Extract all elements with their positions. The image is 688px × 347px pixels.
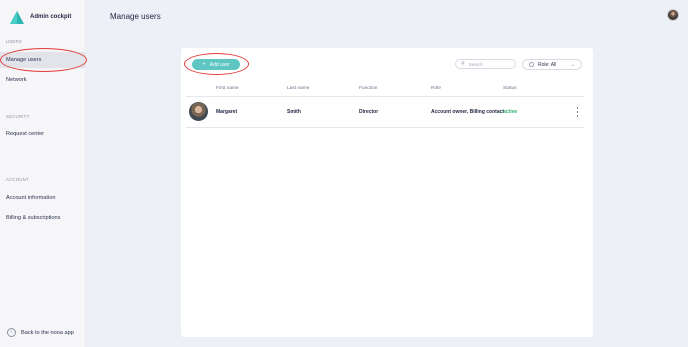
filter-icon — [529, 62, 534, 67]
cell-last-name: Smith — [287, 109, 301, 115]
sidebar-item-label: Manage users — [6, 57, 42, 63]
logo-icon — [8, 10, 26, 24]
sidebar: Admin cockpit USERS Manage users Network… — [0, 0, 86, 347]
search-icon: ⚲ — [461, 61, 465, 67]
chevron-left-icon: ‹ — [7, 328, 16, 337]
avatar[interactable] — [667, 9, 679, 21]
column-header-status[interactable]: Status — [503, 86, 517, 91]
cell-role: Account owner, Billing contact — [431, 109, 505, 115]
status-badge: active — [503, 109, 518, 115]
sidebar-item-label: Request center — [6, 131, 44, 137]
section-label-account: ACCOUNT — [6, 177, 29, 182]
column-header-first-name[interactable]: First name — [216, 86, 239, 91]
back-to-app-link[interactable]: ‹ Back to the nooa app — [7, 328, 74, 337]
users-card — [181, 48, 593, 337]
sidebar-item-label: Billing & subscriptions — [6, 215, 61, 221]
row-divider — [186, 127, 584, 128]
sidebar-item-manage-users[interactable]: Manage users — [0, 52, 86, 68]
add-user-label: Add user — [209, 61, 230, 68]
sidebar-item-network[interactable]: Network — [0, 72, 86, 88]
column-header-function[interactable]: Function — [359, 86, 377, 91]
more-options-icon[interactable] — [575, 107, 580, 117]
page-title: Manage users — [110, 12, 161, 21]
sidebar-item-label: Network — [6, 77, 27, 83]
add-user-button[interactable]: + Add user — [192, 59, 240, 70]
role-filter-value: Role: All — [538, 61, 557, 68]
plus-icon: + — [202, 61, 206, 68]
section-label-security: SECURITY — [6, 114, 30, 119]
column-header-role[interactable]: Role — [431, 86, 441, 91]
chevron-down-icon: ⌄ — [570, 62, 575, 68]
brand[interactable]: Admin cockpit — [8, 10, 71, 24]
header-divider — [186, 96, 584, 97]
sidebar-item-billing[interactable]: Billing & subscriptions — [0, 210, 86, 226]
avatar — [189, 102, 208, 121]
cell-first-name: Margaret — [216, 109, 238, 115]
sidebar-item-label: Account information — [6, 195, 56, 201]
section-label-users: USERS — [6, 39, 22, 44]
sidebar-item-request-center[interactable]: Request center — [0, 126, 86, 142]
cell-function: Director — [359, 109, 379, 115]
search-input[interactable]: ⚲ Search — [455, 59, 516, 69]
column-header-last-name[interactable]: Last name — [287, 86, 309, 91]
brand-name: Admin cockpit — [30, 14, 72, 20]
role-filter-select[interactable]: Role: All ⌄ — [522, 59, 582, 70]
back-link-label: Back to the nooa app — [21, 329, 74, 336]
sidebar-item-account-information[interactable]: Account information — [0, 190, 86, 206]
search-placeholder: Search — [468, 61, 483, 67]
